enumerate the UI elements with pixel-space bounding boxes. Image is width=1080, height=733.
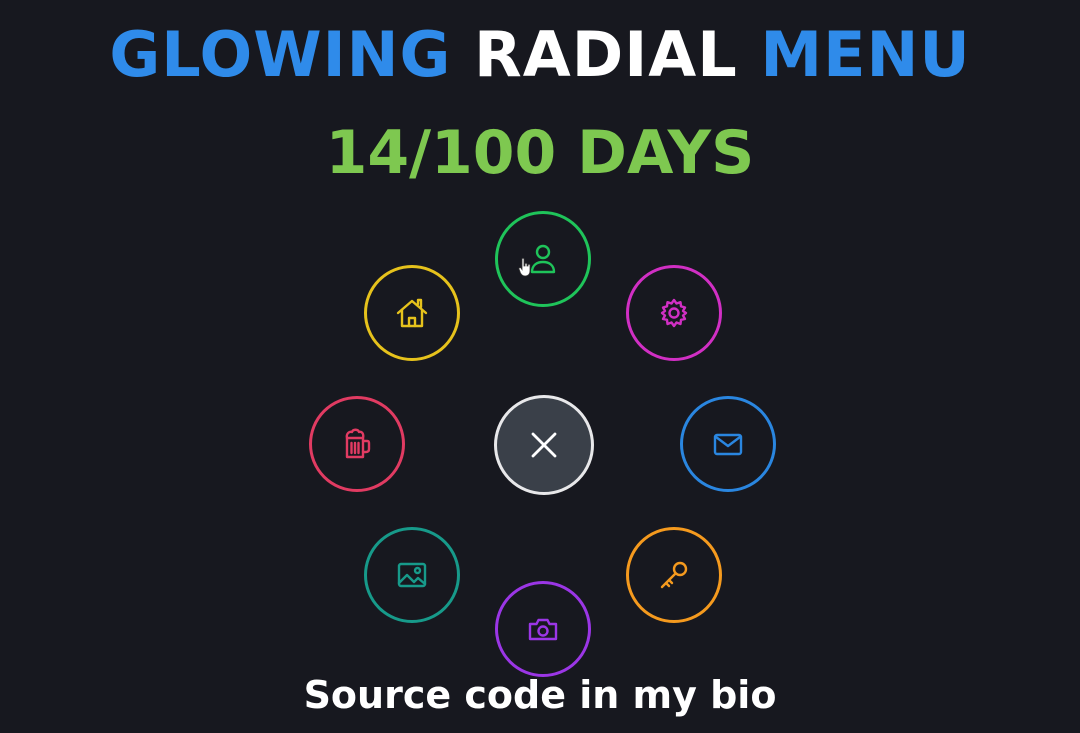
page-title: GLOWING RADIAL MENU [0,18,1080,92]
camera-icon [528,618,558,641]
mail-button[interactable] [680,396,776,492]
gear-icon [660,298,688,328]
beer-button[interactable] [309,396,405,492]
camera-button[interactable] [495,581,591,677]
days-counter: 14/100 DAYS [325,118,755,188]
title-word-glowing: GLOWING [109,18,452,91]
title-word-menu: MENU [760,18,971,91]
user-button[interactable] [495,211,591,307]
home-icon [396,298,428,328]
source-code-caption: Source code in my bio [303,673,777,717]
image-button[interactable] [364,527,460,623]
key-button[interactable] [626,527,722,623]
title-word-radial: RADIAL [474,18,738,91]
stage: GLOWING RADIAL MENU 14/100 DAYS Source c… [0,0,1080,733]
pointer-cursor-icon [518,257,531,277]
close-menu-button[interactable] [494,395,594,495]
settings-button[interactable] [626,265,722,361]
image-icon [397,562,427,588]
home-button[interactable] [364,265,460,361]
mail-icon [713,433,743,456]
close-icon [531,432,557,458]
beer-icon [345,428,371,459]
key-icon [660,561,688,589]
